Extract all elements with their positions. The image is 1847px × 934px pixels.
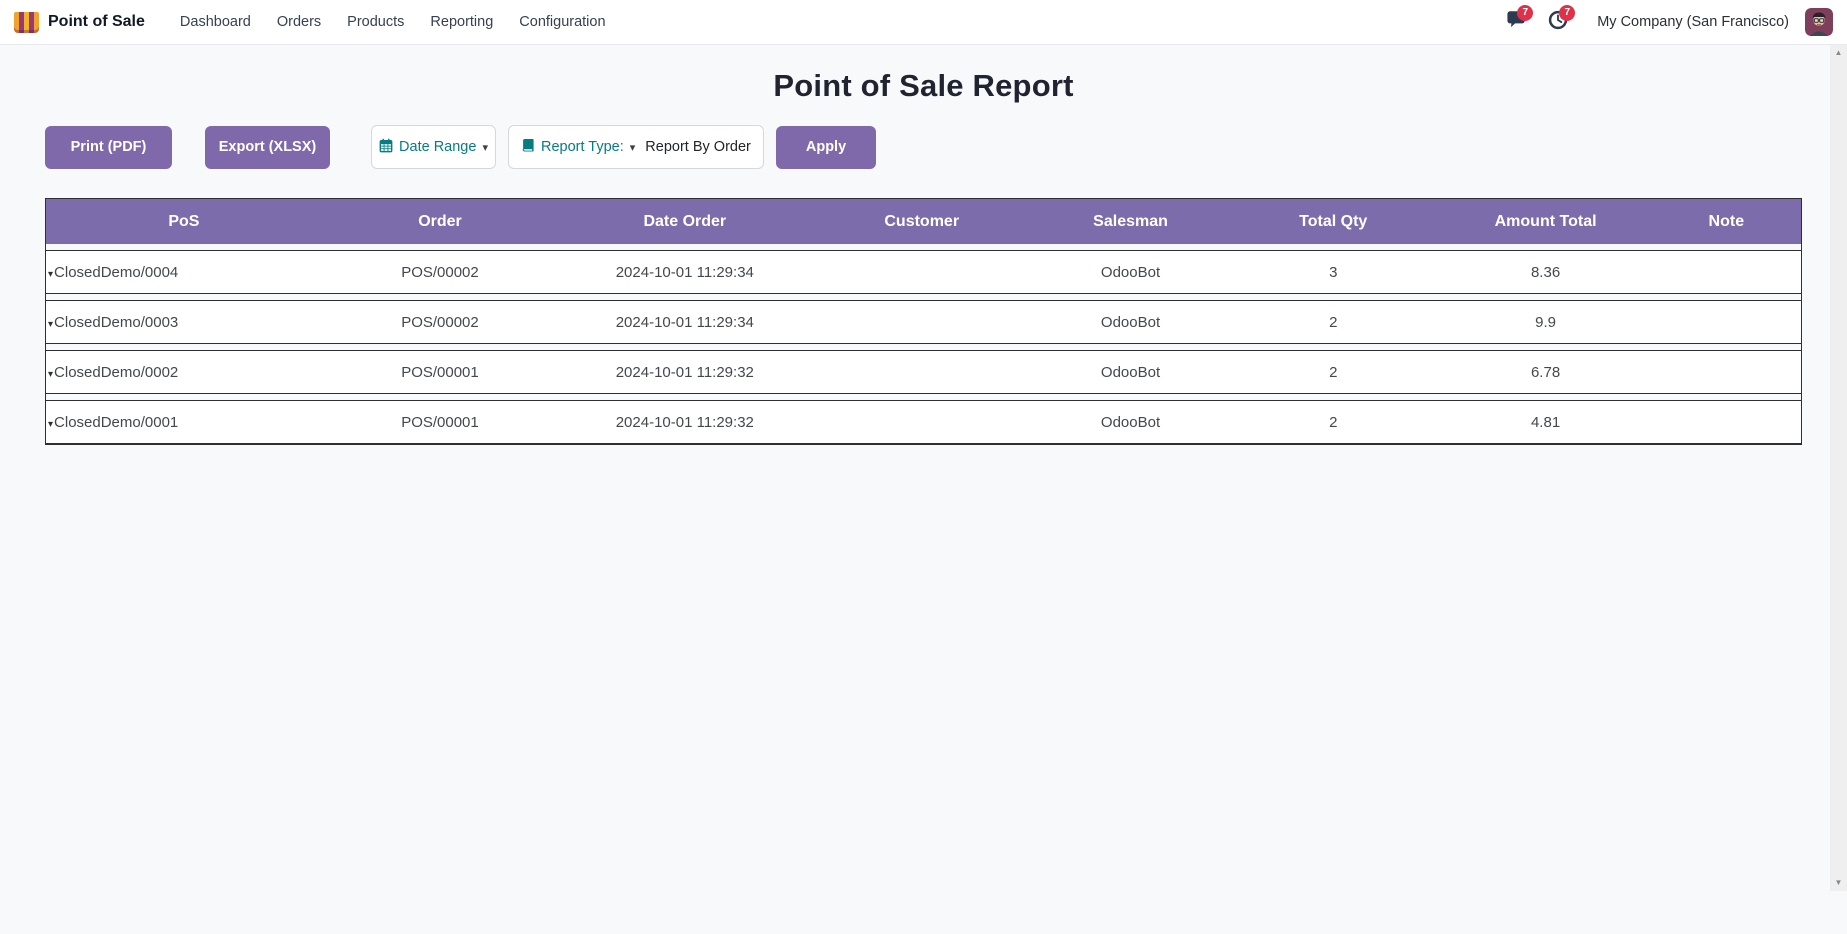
date-order-cell: 2024-10-01 11:29:32	[560, 414, 809, 431]
book-icon	[522, 138, 535, 157]
report-type-value: Report By Order	[645, 139, 751, 155]
page-title: Point of Sale Report	[0, 68, 1847, 104]
order-cell: POS/00001	[320, 414, 560, 431]
table-row: ▾ClosedDemo/0003POS/000022024-10-01 11:2…	[46, 300, 1801, 344]
menu-item-products[interactable]: Products	[334, 0, 417, 45]
column-header-pos: PoS	[46, 213, 320, 231]
column-header-total-qty: Total Qty	[1227, 213, 1439, 231]
amount-total-cell: 4.81	[1439, 414, 1651, 431]
pos-session-label: ClosedDemo/0004	[54, 264, 178, 281]
report-type-dropdown[interactable]: Report Type: ▾ Report By Order	[508, 125, 764, 169]
order-cell: POS/00002	[320, 264, 560, 281]
systray: 7 7 My Company (San Francisco)	[1499, 7, 1833, 37]
amount-total-cell: 6.78	[1439, 364, 1651, 381]
messages-badge: 7	[1517, 5, 1533, 21]
column-header-order: Order	[320, 213, 560, 231]
report-type-label: Report Type:	[541, 139, 624, 155]
table-row: ▾ClosedDemo/0004POS/000022024-10-01 11:2…	[46, 250, 1801, 294]
row-expand-caret-icon[interactable]: ▾	[48, 269, 53, 280]
caret-down-icon: ▾	[482, 141, 488, 154]
row-expand-caret-icon[interactable]: ▾	[48, 369, 53, 380]
row-expand-caret-icon[interactable]: ▾	[48, 319, 53, 330]
app-switcher[interactable]: Point of Sale	[14, 12, 145, 33]
total-qty-cell: 2	[1227, 414, 1439, 431]
total-qty-cell: 3	[1227, 264, 1439, 281]
top-navbar: Point of Sale Dashboard Orders Products …	[0, 0, 1847, 45]
print-pdf-button[interactable]: Print (PDF)	[45, 126, 172, 169]
pos-cell: ▾ClosedDemo/0004	[46, 264, 320, 281]
pos-cell: ▾ClosedDemo/0003	[46, 314, 320, 331]
amount-total-cell: 8.36	[1439, 264, 1651, 281]
scroll-down-icon[interactable]: ▼	[1835, 878, 1843, 888]
total-qty-cell: 2	[1227, 314, 1439, 331]
column-header-amount-total: Amount Total	[1439, 213, 1651, 231]
table-row: ▾ClosedDemo/0002POS/000012024-10-01 11:2…	[46, 350, 1801, 394]
point-of-sale-app-icon	[14, 12, 39, 33]
user-avatar[interactable]	[1805, 8, 1833, 36]
table-body: ▾ClosedDemo/0004POS/000022024-10-01 11:2…	[46, 250, 1801, 444]
table-header-row: PoS Order Date Order Customer Salesman T…	[46, 199, 1801, 244]
row-expand-caret-icon[interactable]: ▾	[48, 419, 53, 430]
table-row: ▾ClosedDemo/0001POS/000012024-10-01 11:2…	[46, 400, 1801, 444]
messages-button[interactable]: 7	[1499, 7, 1533, 37]
column-header-salesman: Salesman	[1034, 213, 1227, 231]
vertical-scrollbar[interactable]: ▲ ▼	[1830, 45, 1847, 891]
apply-button[interactable]: Apply	[776, 126, 876, 169]
date-range-dropdown[interactable]: Date Range ▾	[371, 125, 496, 169]
order-cell: POS/00002	[320, 314, 560, 331]
menu-item-reporting[interactable]: Reporting	[417, 0, 506, 45]
export-xlsx-button[interactable]: Export (XLSX)	[205, 126, 330, 169]
column-header-customer: Customer	[809, 213, 1034, 231]
date-range-label: Date Range	[399, 139, 476, 155]
column-header-note: Note	[1652, 213, 1801, 231]
salesman-cell: OdooBot	[1034, 314, 1227, 331]
activities-button[interactable]: 7	[1541, 7, 1575, 37]
pos-cell: ▾ClosedDemo/0001	[46, 414, 320, 431]
total-qty-cell: 2	[1227, 364, 1439, 381]
pos-cell: ▾ClosedDemo/0002	[46, 364, 320, 381]
scroll-up-icon[interactable]: ▲	[1835, 48, 1843, 58]
app-name: Point of Sale	[48, 13, 145, 31]
pos-session-label: ClosedDemo/0003	[54, 314, 178, 331]
order-cell: POS/00001	[320, 364, 560, 381]
activities-badge: 7	[1559, 5, 1575, 21]
calendar-icon	[379, 138, 393, 157]
salesman-cell: OdooBot	[1034, 364, 1227, 381]
company-name[interactable]: My Company (San Francisco)	[1597, 14, 1789, 30]
pos-session-label: ClosedDemo/0001	[54, 414, 178, 431]
salesman-cell: OdooBot	[1034, 264, 1227, 281]
amount-total-cell: 9.9	[1439, 314, 1651, 331]
date-order-cell: 2024-10-01 11:29:34	[560, 264, 809, 281]
main-menu: Dashboard Orders Products Reporting Conf…	[167, 0, 619, 45]
pos-session-label: ClosedDemo/0002	[54, 364, 178, 381]
report-table: PoS Order Date Order Customer Salesman T…	[45, 198, 1802, 445]
salesman-cell: OdooBot	[1034, 414, 1227, 431]
date-order-cell: 2024-10-01 11:29:34	[560, 314, 809, 331]
column-header-date-order: Date Order	[560, 213, 809, 231]
menu-item-orders[interactable]: Orders	[264, 0, 334, 45]
menu-item-dashboard[interactable]: Dashboard	[167, 0, 264, 45]
caret-down-icon: ▾	[630, 141, 636, 154]
report-toolbar: Print (PDF) Export (XLSX) Date Range ▾	[45, 125, 1847, 169]
menu-item-configuration[interactable]: Configuration	[506, 0, 618, 45]
date-order-cell: 2024-10-01 11:29:32	[560, 364, 809, 381]
